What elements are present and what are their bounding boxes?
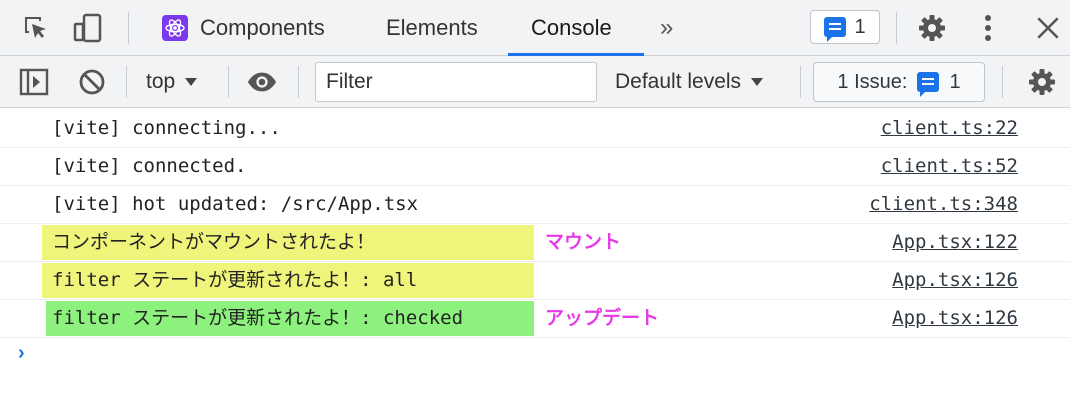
- console-message: filter ステートが更新されたよ！: all App.tsx:126: [0, 262, 1070, 300]
- divider: [126, 66, 127, 98]
- filter-input[interactable]: [315, 62, 597, 102]
- log-levels-dropdown[interactable]: Default levels: [615, 56, 764, 107]
- device-toolbar-icon[interactable]: [72, 12, 104, 44]
- message-text: filter ステートが更新されたよ！: checked: [52, 307, 464, 329]
- kebab-menu-icon[interactable]: [972, 12, 1004, 44]
- console-message: [vite] connected. client.ts:52: [0, 148, 1070, 186]
- close-icon[interactable]: [1032, 12, 1064, 44]
- context-selector[interactable]: top: [146, 56, 198, 107]
- more-tabs-button[interactable]: »: [660, 0, 673, 55]
- message-icon: [917, 72, 940, 97]
- console-message: コンポーネントがマウントされたよ！ マウント App.tsx:122: [0, 224, 1070, 262]
- sidebar-toggle-icon[interactable]: [18, 66, 50, 98]
- console-messages: [vite] connecting... client.ts:22 [vite]…: [0, 110, 1070, 338]
- divider: [128, 12, 129, 44]
- gear-icon[interactable]: [1026, 66, 1058, 98]
- divider: [800, 66, 801, 98]
- source-link[interactable]: client.ts:22: [881, 110, 1018, 147]
- source-link[interactable]: client.ts:348: [869, 186, 1018, 223]
- chevron-down-icon: [185, 78, 198, 87]
- gear-icon[interactable]: [916, 12, 948, 44]
- messages-badge-button[interactable]: 1: [810, 10, 880, 44]
- console-toolbar: top Default levels 1 Issue: 1: [0, 56, 1070, 108]
- issues-button[interactable]: 1 Issue: 1: [813, 62, 985, 102]
- divider: [1002, 66, 1003, 98]
- chevron-down-icon: [751, 78, 764, 87]
- message-text: コンポーネントがマウントされたよ！: [52, 231, 376, 253]
- messages-count: 1: [854, 15, 866, 38]
- clear-console-icon[interactable]: [76, 66, 108, 98]
- eye-icon[interactable]: [246, 66, 278, 98]
- message-text: filter ステートが更新されたよ！: all: [52, 269, 418, 291]
- console-message: [vite] connecting... client.ts:22: [0, 110, 1070, 148]
- message-text: [vite] connecting...: [52, 117, 281, 139]
- issues-label: 1 Issue:: [837, 70, 908, 93]
- tab-components[interactable]: Components: [162, 0, 325, 55]
- tab-components-label: Components: [200, 15, 325, 40]
- console-message: filter ステートが更新されたよ！: checked アップデート App.…: [0, 300, 1070, 338]
- tab-elements[interactable]: Elements: [386, 0, 478, 55]
- message-text: [vite] connected.: [52, 155, 247, 177]
- divider: [228, 66, 229, 98]
- context-label: top: [146, 70, 176, 93]
- message-icon: [824, 17, 847, 42]
- issues-count: 1: [949, 70, 961, 93]
- source-link[interactable]: App.tsx:122: [892, 224, 1018, 261]
- source-link[interactable]: App.tsx:126: [892, 262, 1018, 299]
- source-link[interactable]: client.ts:52: [881, 148, 1018, 185]
- react-icon: [162, 14, 188, 41]
- annotation-label: アップデート: [545, 307, 660, 329]
- annotation-label: マウント: [545, 231, 622, 253]
- log-levels-label: Default levels: [615, 70, 742, 93]
- divider: [896, 12, 897, 44]
- inspect-element-icon[interactable]: [20, 12, 52, 44]
- divider: [298, 66, 299, 98]
- tab-console[interactable]: Console: [531, 0, 612, 55]
- devtools-tab-bar: Components Elements Console » 1: [0, 0, 1070, 56]
- source-link[interactable]: App.tsx:126: [892, 300, 1018, 337]
- console-message: [vite] hot updated: /src/App.tsx client.…: [0, 186, 1070, 224]
- console-prompt[interactable]: ›: [18, 342, 25, 365]
- message-text: [vite] hot updated: /src/App.tsx: [52, 193, 419, 215]
